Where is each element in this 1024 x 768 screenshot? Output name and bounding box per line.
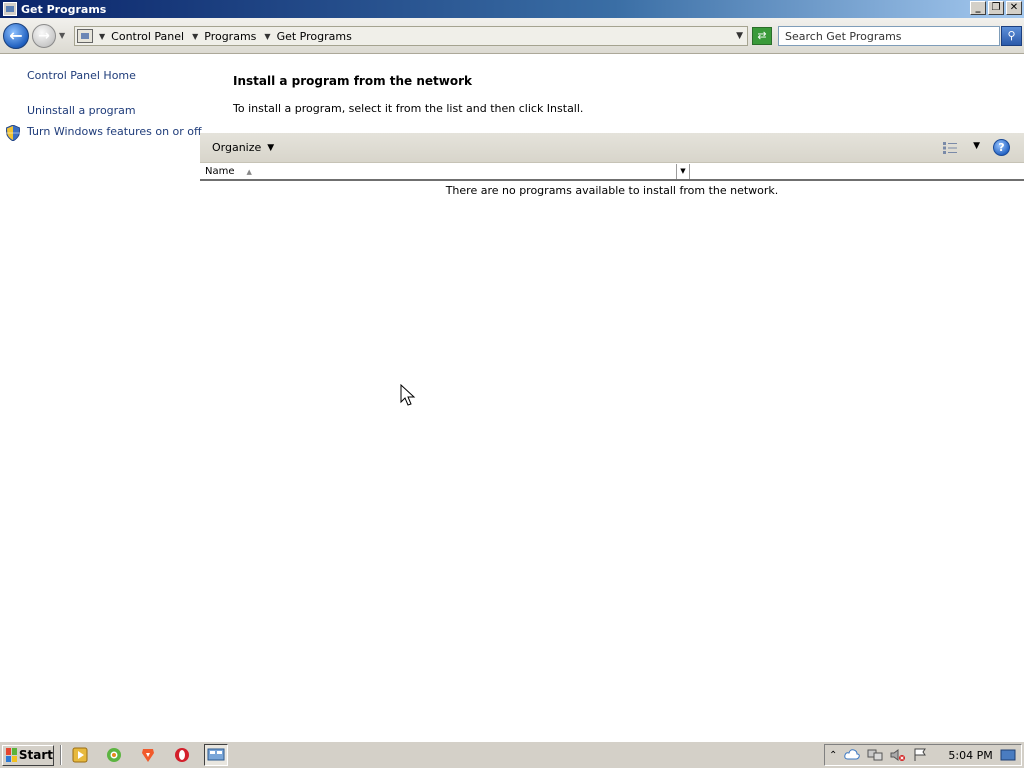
list-column-header: Name ▲ ▼: [200, 164, 1024, 181]
instructions-text: To install a program, select it from the…: [233, 102, 584, 115]
breadcrumb-programs[interactable]: Programs: [204, 30, 256, 43]
control-panel-task-icon[interactable]: [204, 744, 228, 766]
empty-list-message: There are no programs available to insta…: [445, 184, 779, 197]
clock[interactable]: 5:04 PM: [948, 749, 992, 762]
minimize-button[interactable]: _: [970, 1, 986, 15]
recycle-app-icon[interactable]: [102, 744, 126, 766]
control-panel-home-link[interactable]: Control Panel Home: [27, 69, 136, 82]
sort-ascending-icon: ▲: [246, 167, 252, 176]
column-name-header[interactable]: Name ▲: [200, 164, 677, 179]
restore-button[interactable]: ❐: [988, 1, 1004, 15]
start-label: Start: [18, 748, 53, 762]
mouse-pointer-icon: [400, 384, 416, 406]
breadcrumb-chevron-icon[interactable]: ▼: [99, 32, 105, 41]
system-tray: ⌃ 5:04 PM: [824, 744, 1022, 766]
windows-features-link[interactable]: Turn Windows features on or off: [27, 125, 202, 138]
breadcrumb-chevron-icon[interactable]: ▼: [192, 32, 198, 41]
views-icon[interactable]: [942, 141, 958, 155]
address-dropdown-chevron-down-icon[interactable]: ▼: [736, 31, 743, 41]
search-icon[interactable]: ⚲: [1001, 26, 1022, 46]
address-field[interactable]: ▼ Control Panel ▼ Programs ▼ Get Programs ▼: [74, 26, 748, 46]
taskbar: Start ⌃ 5:04 PM: [0, 741, 1024, 768]
recent-pages-chevron-down-icon[interactable]: ▼: [59, 31, 65, 40]
uninstall-program-link[interactable]: Uninstall a program: [27, 104, 136, 117]
refresh-button[interactable]: ⇄: [752, 27, 772, 45]
show-hidden-icons-chevron-icon[interactable]: ⌃: [829, 750, 837, 761]
forward-button[interactable]: →: [32, 23, 56, 48]
opera-browser-icon[interactable]: [170, 744, 194, 766]
control-panel-icon: [3, 2, 17, 16]
help-icon[interactable]: ?: [993, 139, 1010, 156]
page-title: Install a program from the network: [233, 74, 473, 88]
breadcrumb-control-panel[interactable]: Control Panel: [111, 30, 184, 43]
volume-muted-icon[interactable]: [890, 748, 906, 762]
close-button[interactable]: ✕: [1006, 1, 1022, 15]
window-titlebar[interactable]: Get Programs _ ❐ ✕: [0, 0, 1024, 18]
show-desktop-icon[interactable]: [1000, 748, 1016, 762]
chevron-down-icon: ▼: [267, 142, 275, 153]
organize-label: Organize: [212, 141, 262, 154]
navigation-bar: ← → ▼ ▼ Control Panel ▼ Programs ▼ Get Prog…: [0, 18, 1024, 54]
media-player-icon[interactable]: [68, 744, 92, 766]
column-name-label: Name: [205, 166, 235, 177]
search-input[interactable]: Search Get Programs: [778, 26, 1000, 46]
organize-button[interactable]: Organize ▼: [212, 141, 274, 154]
start-button[interactable]: Start: [2, 744, 54, 766]
back-button[interactable]: ←: [3, 22, 29, 49]
window-title: Get Programs: [21, 2, 107, 16]
column-filter-chevron-down-icon[interactable]: ▼: [677, 164, 690, 179]
network-icon[interactable]: [867, 748, 883, 762]
control-panel-icon: [77, 29, 93, 43]
uac-shield-icon: [6, 125, 20, 141]
command-toolbar: Organize ▼ ▼ ?: [200, 133, 1024, 163]
breadcrumb-get-programs[interactable]: Get Programs: [277, 30, 352, 43]
action-center-flag-icon[interactable]: [913, 748, 927, 762]
cloud-sync-icon[interactable]: [844, 748, 861, 762]
breadcrumb-chevron-icon[interactable]: ▼: [264, 32, 270, 41]
views-chevron-down-icon[interactable]: ▼: [973, 141, 980, 151]
windows-logo-icon: [6, 748, 17, 762]
brave-browser-icon[interactable]: [136, 744, 160, 766]
